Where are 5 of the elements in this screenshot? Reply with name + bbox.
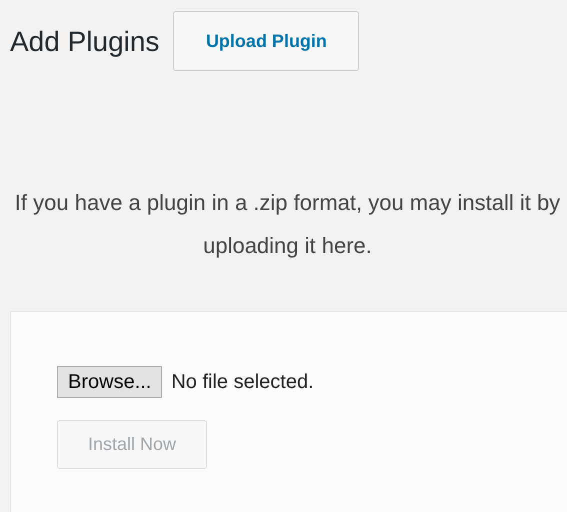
page-title: Add Plugins xyxy=(10,26,160,58)
upload-instructions: If you have a plugin in a .zip format, you may install it by uploading it here. xyxy=(14,189,562,260)
file-status: No file selected. xyxy=(171,370,314,394)
browse-button[interactable]: Browse... xyxy=(57,366,162,398)
upload-plugin-button[interactable]: Upload Plugin xyxy=(173,11,360,71)
